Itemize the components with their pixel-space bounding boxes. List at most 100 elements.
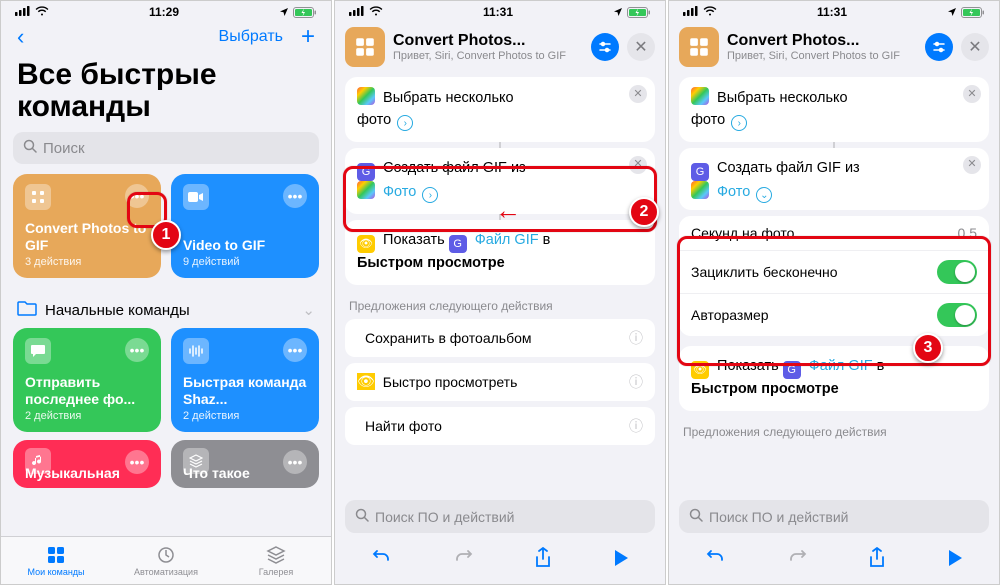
editor-title: Convert Photos... — [727, 32, 917, 50]
gif-params: Секунд на фото 0.5 Зациклить бесконечно … — [679, 216, 989, 336]
undo-button[interactable] — [372, 548, 392, 573]
run-button[interactable] — [613, 549, 629, 572]
action-line2: Быстром просмотре — [357, 255, 505, 271]
step-badge-1: 1 — [151, 220, 181, 250]
status-time: 11:31 — [483, 5, 513, 19]
editor-subtitle: Привет, Siri, Convert Photos to GIF — [393, 50, 583, 62]
tab-my-shortcuts[interactable]: Мои команды — [1, 537, 111, 584]
tile-more-button[interactable]: ••• — [283, 450, 307, 474]
tile-shazam[interactable]: ••• Быстрая команда Shaz... 2 действия — [171, 328, 319, 432]
actions-list: ✕ Выбрать несколько фото › ✕ G Создать ф… — [335, 77, 665, 494]
status-time: 11:31 — [817, 5, 847, 19]
variable-gif[interactable]: Файл GIF — [475, 232, 539, 248]
action-make-gif[interactable]: ✕ G Создать файл GIF из Фото ⌄ — [679, 148, 989, 210]
tile-video-to-gif[interactable]: ••• Video to GIF 9 действий — [171, 174, 319, 278]
search-icon — [23, 139, 37, 157]
tile-title: Video to GIF — [183, 237, 307, 254]
info-icon[interactable]: ⓘ — [629, 416, 643, 436]
expand-icon[interactable]: › — [397, 115, 413, 131]
screen-1: 11:29 ‹ Выбрать + Все быстрые команды По… — [0, 0, 332, 585]
suggestion-save-album[interactable]: Сохранить в фотоальбом ⓘ — [345, 319, 655, 357]
info-icon[interactable]: ⓘ — [629, 372, 643, 392]
delete-action-button[interactable]: ✕ — [963, 156, 981, 174]
tile-more-button[interactable]: ••• — [125, 338, 149, 362]
share-button[interactable] — [534, 547, 552, 574]
variable-photo[interactable]: Фото — [383, 184, 416, 200]
tab-label: Галерея — [259, 567, 294, 577]
gif-icon: G — [691, 163, 709, 181]
info-icon[interactable]: ⓘ — [629, 328, 643, 348]
status-bar: 11:31 — [669, 1, 999, 21]
tile-more-button[interactable]: ••• — [283, 338, 307, 362]
editor-toolbar — [335, 539, 665, 584]
param-label: Авторазмер — [691, 307, 769, 323]
action-search-input[interactable]: Поиск ПО и действий — [679, 500, 989, 533]
param-label: Секунд на фото — [691, 225, 794, 241]
action-text-2: фото — [691, 112, 725, 128]
undo-button[interactable] — [706, 548, 726, 573]
variable-gif[interactable]: Файл GIF — [809, 358, 873, 374]
tile-more-button[interactable]: ••• — [283, 184, 307, 208]
param-seconds[interactable]: Секунд на фото 0.5 — [679, 216, 989, 250]
tab-gallery[interactable]: Галерея — [221, 537, 331, 584]
quicklook-icon: 👁 — [357, 235, 375, 253]
param-autosize[interactable]: Авторазмер — [679, 293, 989, 336]
video-icon — [183, 184, 209, 210]
expand-icon[interactable]: › — [422, 187, 438, 203]
action-quicklook[interactable]: 👁 Показать G Файл GIF в Быстром просмотр… — [679, 346, 989, 411]
photos-app-icon — [357, 181, 375, 199]
toggle-loop[interactable] — [937, 260, 977, 284]
redo-button[interactable] — [453, 548, 473, 573]
tile-music[interactable]: ••• Музыкальная — [13, 440, 161, 488]
status-time: 11:29 — [149, 5, 179, 19]
editor-subtitle: Привет, Siri, Convert Photos to GIF — [727, 50, 917, 62]
tile-send-photo[interactable]: ••• Отправить последнее фо... 2 действия — [13, 328, 161, 432]
action-select-photos[interactable]: ✕ Выбрать несколько фото › — [345, 77, 655, 142]
tile-more-button[interactable]: ••• — [125, 184, 149, 208]
toggle-autosize[interactable] — [937, 303, 977, 327]
search-placeholder: Поиск — [43, 140, 85, 157]
folder-row[interactable]: Начальные команды ⌄ — [1, 290, 331, 328]
settings-button[interactable] — [591, 33, 619, 61]
search-icon — [355, 508, 369, 525]
action-text: Выбрать несколько — [383, 90, 514, 106]
settings-button[interactable] — [925, 33, 953, 61]
delete-action-button[interactable]: ✕ — [629, 85, 647, 103]
delete-action-button[interactable]: ✕ — [963, 85, 981, 103]
param-loop[interactable]: Зациклить бесконечно — [679, 250, 989, 293]
quicklook-icon: 👁 — [691, 361, 709, 379]
screen-2: 11:31 Convert Photos... Привет, Siri, Co… — [334, 0, 666, 585]
close-button[interactable]: ✕ — [961, 33, 989, 61]
select-button[interactable]: Выбрать — [219, 28, 283, 46]
share-button[interactable] — [868, 547, 886, 574]
tab-label: Мои команды — [27, 567, 84, 577]
delete-action-button[interactable]: ✕ — [629, 156, 647, 174]
expand-icon[interactable]: › — [731, 115, 747, 131]
collapse-icon[interactable]: ⌄ — [756, 187, 772, 203]
suggestion-find-photo[interactable]: Найти фото ⓘ — [345, 407, 655, 445]
variable-photo[interactable]: Фото — [717, 184, 750, 200]
suggestion-quicklook[interactable]: 👁 Быстро просмотреть ⓘ — [345, 363, 655, 401]
action-text-post: в — [877, 358, 885, 374]
close-button[interactable]: ✕ — [627, 33, 655, 61]
chevron-down-icon: ⌄ — [302, 301, 315, 319]
suggestions-header: Предложения следующего действия — [679, 417, 989, 445]
action-search-input[interactable]: Поиск ПО и действий — [345, 500, 655, 533]
add-button[interactable]: + — [301, 25, 315, 49]
arrow-left-icon: ← — [495, 195, 521, 226]
location-icon — [613, 7, 623, 17]
search-input[interactable]: Поиск — [13, 132, 319, 164]
action-text: Показать — [717, 358, 779, 374]
action-quicklook[interactable]: 👁 Показать G Файл GIF в Быстром просмотр… — [345, 220, 655, 285]
tile-whatis[interactable]: ••• Что такое — [171, 440, 319, 488]
action-select-photos[interactable]: ✕ Выбрать несколько фото › — [679, 77, 989, 142]
tile-convert-photos[interactable]: ••• Convert Photos to GIF 3 действия — [13, 174, 161, 278]
back-button[interactable]: ‹ — [17, 24, 24, 50]
redo-button[interactable] — [787, 548, 807, 573]
wifi-icon — [35, 5, 49, 19]
run-button[interactable] — [947, 549, 963, 572]
location-icon — [947, 7, 957, 17]
tab-automation[interactable]: Автоматизация — [111, 537, 221, 584]
tile-title: Что такое — [183, 465, 250, 482]
tile-more-button[interactable]: ••• — [125, 450, 149, 474]
